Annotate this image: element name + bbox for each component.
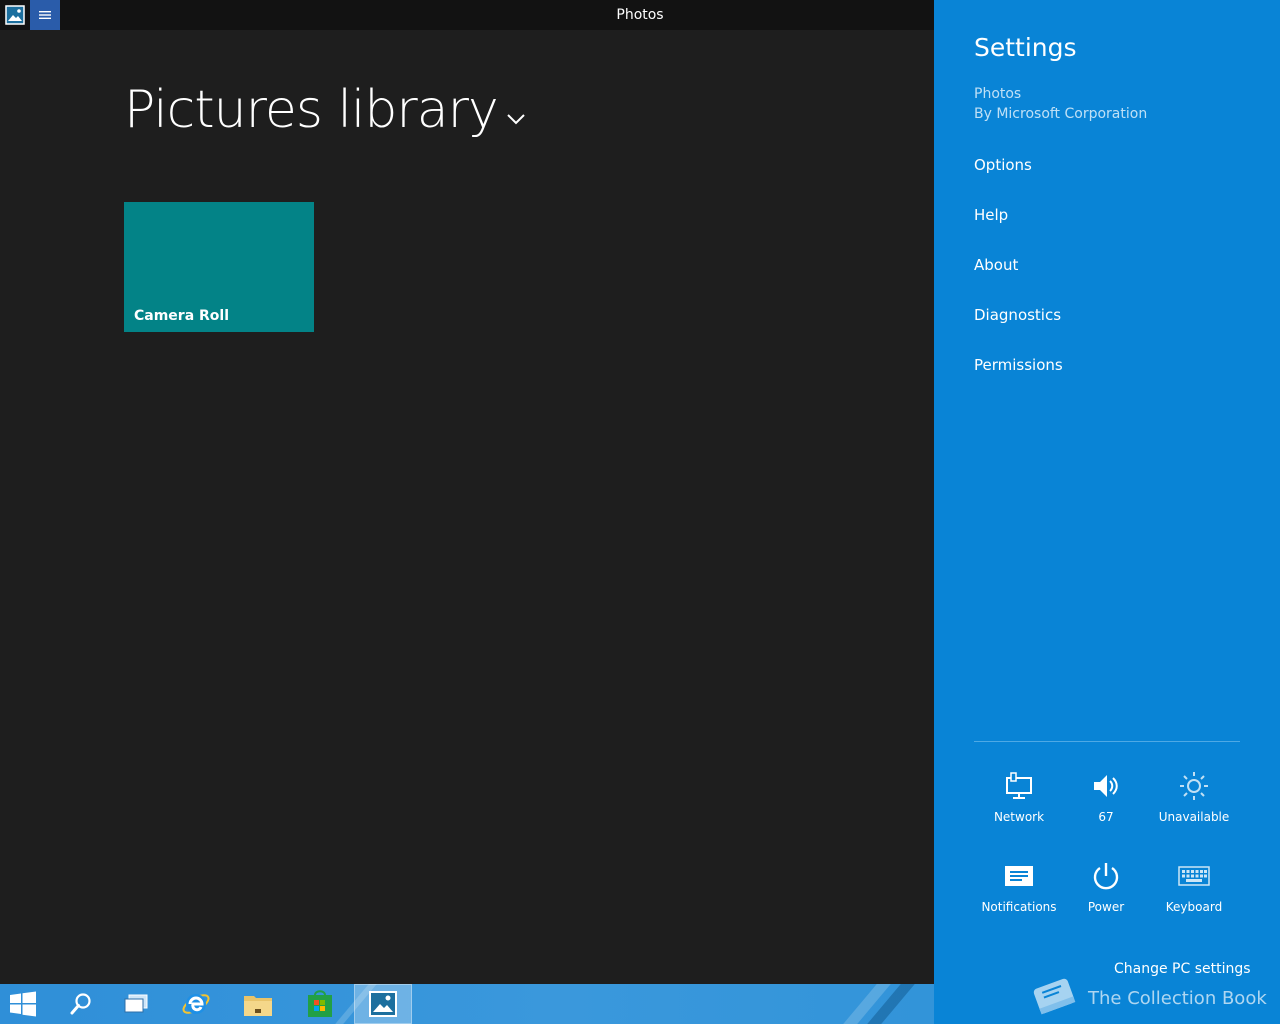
quick-action-power[interactable]: Power	[1061, 858, 1151, 918]
power-icon	[1061, 858, 1151, 894]
taskbar	[0, 984, 934, 1024]
app-publisher: By Microsoft Corporation	[974, 106, 1148, 122]
watermark-text: The Collection Book	[1088, 987, 1267, 1009]
app-name: Photos	[974, 86, 1022, 102]
volume-icon	[1061, 768, 1151, 804]
network-icon	[974, 768, 1064, 804]
screen: Photos Pictures library Camera Roll Sett…	[0, 0, 1280, 1024]
settings-item-about[interactable]: About	[974, 256, 1018, 274]
photos-taskbar-icon[interactable]	[354, 984, 412, 1024]
settings-item-diagnostics[interactable]: Diagnostics	[974, 306, 1061, 324]
book-icon	[1028, 973, 1080, 1023]
settings-item-help[interactable]: Help	[974, 206, 1008, 224]
quick-action-label: Unavailable	[1158, 810, 1230, 824]
window-title: Photos	[616, 7, 664, 23]
settings-item-options[interactable]: Options	[974, 156, 1032, 174]
quick-action-notifications[interactable]: Notifications	[974, 858, 1064, 918]
title-bar: Photos	[0, 0, 934, 30]
settings-title: Settings	[974, 33, 1077, 62]
folder-tile-camera-roll[interactable]: Camera Roll	[124, 202, 314, 332]
search-icon[interactable]	[52, 984, 110, 1024]
task-view-icon[interactable]	[107, 984, 165, 1024]
file-explorer-icon[interactable]	[229, 984, 287, 1024]
windows-start-icon[interactable]	[0, 984, 52, 1024]
internet-explorer-icon[interactable]	[167, 984, 225, 1024]
quick-action-label: Notifications	[981, 900, 1057, 914]
quick-action-label: Network	[993, 810, 1045, 824]
quick-action-volume[interactable]: 67	[1061, 768, 1151, 828]
keyboard-icon	[1149, 858, 1239, 894]
notifications-icon	[974, 858, 1064, 894]
quick-action-label: Power	[1087, 900, 1125, 914]
divider	[974, 741, 1240, 742]
quick-action-brightness[interactable]: Unavailable	[1149, 768, 1239, 828]
chevron-down-icon	[506, 110, 526, 129]
settings-item-permissions[interactable]: Permissions	[974, 356, 1063, 374]
store-icon[interactable]	[291, 984, 349, 1024]
settings-pane: Settings Photos By Microsoft Corporation…	[934, 0, 1280, 1024]
quick-action-network[interactable]: Network	[974, 768, 1064, 828]
quick-action-label: Keyboard	[1165, 900, 1223, 914]
quick-action-label: 67	[1098, 810, 1114, 824]
library-selector[interactable]: Pictures library	[124, 80, 526, 140]
tile-label: Camera Roll	[134, 308, 230, 324]
page-title: Pictures library	[124, 80, 499, 140]
quick-action-keyboard[interactable]: Keyboard	[1149, 858, 1239, 918]
brightness-icon	[1149, 768, 1239, 804]
main-content: Pictures library Camera Roll	[0, 30, 934, 984]
watermark: The Collection Book	[1028, 973, 1267, 1023]
